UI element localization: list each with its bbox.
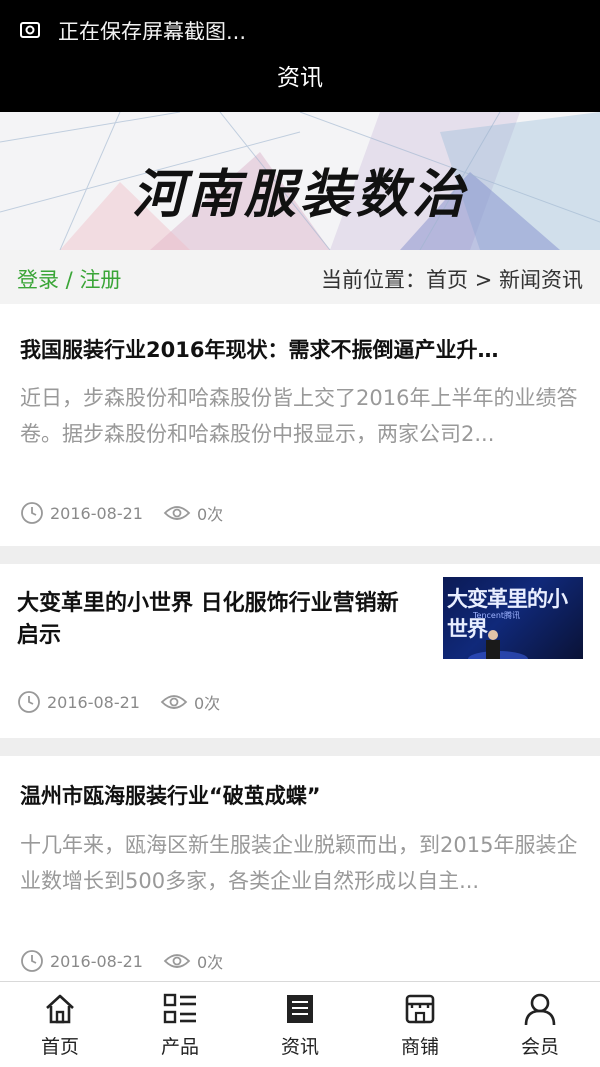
breadcrumb: 当前位置：首页 > 新闻资讯 xyxy=(321,268,583,292)
divider xyxy=(0,546,600,564)
tab-label: 会员 xyxy=(520,1036,559,1058)
tab-products[interactable]: 产品 xyxy=(120,982,240,1067)
user-icon xyxy=(524,993,556,1026)
thumbnail-figure xyxy=(468,630,528,659)
tab-home[interactable]: 首页 xyxy=(0,982,120,1067)
list-item[interactable]: 我国服装行业2016年现状：需求不振倒逼产业升… 近日，步森股份和哈森股份皆上交… xyxy=(0,304,600,546)
article-date: 2016-08-21 xyxy=(47,692,140,712)
list-item[interactable]: 温州市瓯海服装行业“破茧成蝶” 十几年来，瓯海区新生服装企业脱颖而出，到2015… xyxy=(0,756,600,981)
article-summary: 十几年来，瓯海区新生服装企业脱颖而出，到2015年服装企业数增长到500多家，各… xyxy=(20,833,578,893)
login-separator: / xyxy=(59,268,80,292)
article-meta: 2016-08-21 0次 xyxy=(20,948,223,974)
article-title[interactable]: 我国服装行业2016年现状：需求不振倒逼产业升… xyxy=(20,334,585,364)
banner-title: 河南服装数治 xyxy=(131,164,468,225)
article-date: 2016-08-21 xyxy=(50,951,143,971)
article-date: 2016-08-21 xyxy=(50,503,143,523)
screenshot-icon xyxy=(20,22,40,38)
article-views: 0次 xyxy=(193,694,221,713)
clock-icon xyxy=(21,502,43,524)
banner: 河南服装数治 xyxy=(0,112,600,250)
tab-member[interactable]: 会员 xyxy=(480,982,600,1067)
clock-icon xyxy=(18,691,40,713)
tab-label: 产品 xyxy=(160,1036,199,1058)
divider xyxy=(0,738,600,756)
home-icon xyxy=(46,994,74,1024)
article-meta: 2016-08-21 0次 xyxy=(17,689,220,715)
login-register: 登录 / 注册 xyxy=(17,264,121,294)
register-link[interactable]: 注册 xyxy=(79,268,121,292)
title-bar: 资讯 xyxy=(0,40,600,112)
article-meta: 2016-08-21 0次 xyxy=(20,500,223,526)
eye-icon xyxy=(163,506,191,520)
article-title[interactable]: 温州市瓯海服装行业“破茧成蝶” xyxy=(20,780,585,810)
login-link[interactable]: 登录 xyxy=(17,268,59,292)
tab-label: 首页 xyxy=(40,1036,79,1058)
article-summary: 近日，步森股份和哈森股份皆上交了2016年上半年的业绩答卷。据步森股份和哈森股份… xyxy=(20,386,578,446)
grid-list-icon xyxy=(163,993,196,1024)
login-bar: 登录 / 注册 当前位置：首页 > 新闻资讯 xyxy=(0,250,600,304)
news-icon xyxy=(287,995,313,1023)
tab-shop[interactable]: 商铺 xyxy=(360,982,480,1067)
page-title: 资讯 xyxy=(277,65,323,91)
bottom-tab-bar: 首页 产品 资讯 商铺 会员 xyxy=(0,981,600,1067)
article-views: 0次 xyxy=(196,953,224,972)
tab-label: 商铺 xyxy=(400,1036,439,1058)
shop-icon xyxy=(405,994,435,1024)
tab-news[interactable]: 资讯 xyxy=(240,982,360,1067)
tab-label: 资讯 xyxy=(280,1036,319,1058)
eye-icon xyxy=(163,954,191,968)
clock-icon xyxy=(21,950,43,972)
article-title[interactable]: 大变革里的小世界 日化服饰行业营销新启示 xyxy=(17,588,417,652)
list-item[interactable]: 大变革里的小世界 日化服饰行业营销新启示 大变革里的小世界 Tencent腾讯 … xyxy=(0,564,600,738)
eye-icon xyxy=(160,695,188,709)
article-thumbnail[interactable]: 大变革里的小世界 Tencent腾讯 xyxy=(443,577,583,659)
article-views: 0次 xyxy=(196,505,224,524)
